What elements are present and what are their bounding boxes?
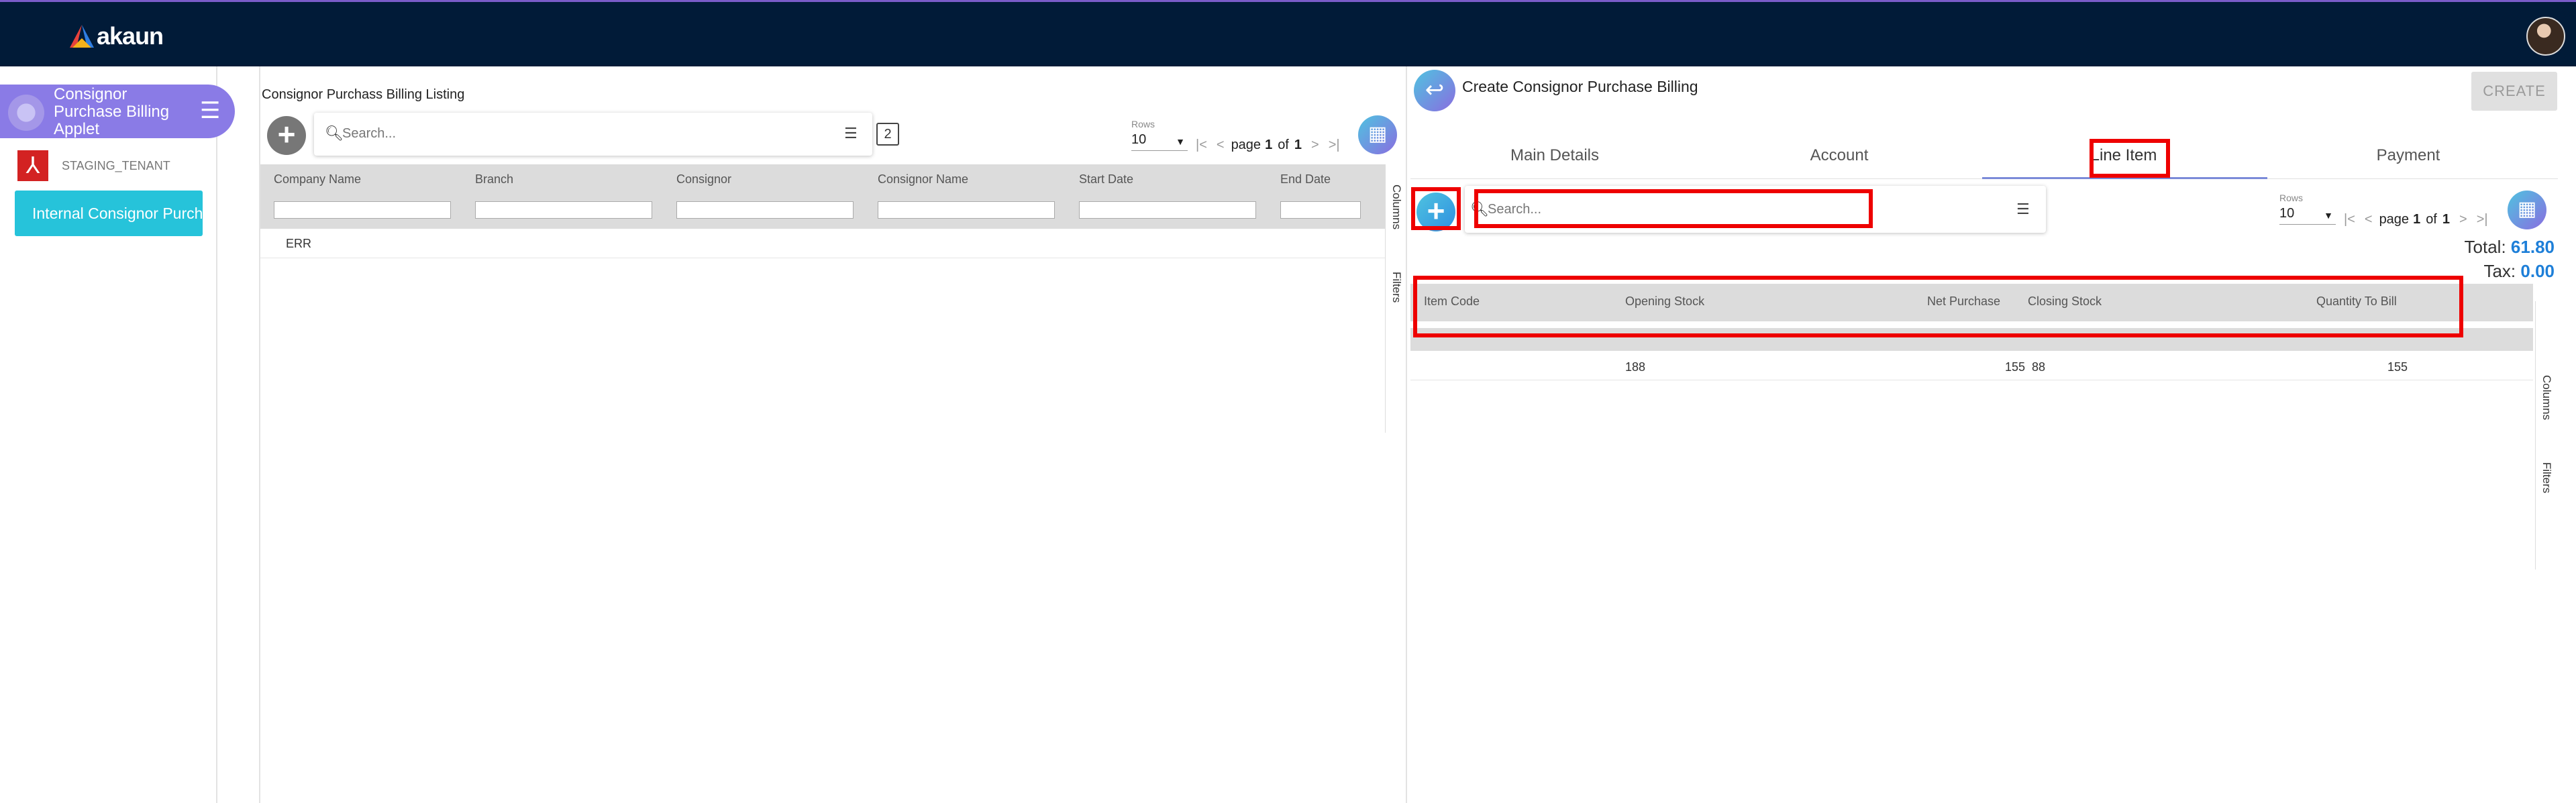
highlight-table-header: [1413, 276, 2463, 337]
highlight-add-button: [1411, 187, 1461, 230]
line-item-pager: |< < page 1 of 1 > >|: [2344, 212, 2488, 227]
next-page-icon[interactable]: >: [2459, 212, 2467, 227]
listing-pager: |< < page 1 of 1 > >|: [1196, 138, 1340, 153]
listing-search[interactable]: 🔍︎ Search... ☰: [314, 113, 872, 156]
sidebar: Consignor Purchase Billing Applet ☰ ⅄ ST…: [0, 66, 235, 803]
prev-page-icon[interactable]: <: [2365, 212, 2373, 227]
cell-closing-stock: 88: [2032, 360, 2046, 374]
rows-label: Rows: [1131, 119, 1155, 129]
tax-label: Tax:: [2483, 261, 2516, 281]
filter-consignor-name[interactable]: [878, 201, 1055, 219]
rows-value: 10: [1131, 132, 1147, 147]
filter-consignor[interactable]: [676, 201, 854, 219]
prev-page-icon[interactable]: <: [1217, 138, 1225, 153]
consignor-purchase-billing-listing: Consignor Purchass Billing Listing + 🔍︎ …: [259, 66, 1408, 803]
search-icon: 🔍︎: [325, 125, 344, 142]
back-arrow-icon[interactable]: ↩: [1414, 70, 1455, 111]
tenant-selector[interactable]: ⅄ STAGING_TENANT: [17, 150, 170, 181]
total-summary: Total: 61.80: [2465, 237, 2555, 258]
akaun-logo-icon: [70, 25, 94, 48]
tab-account[interactable]: Account: [1698, 146, 1980, 165]
last-page-icon[interactable]: >|: [1329, 138, 1340, 153]
filter-start-date[interactable]: [1079, 201, 1256, 219]
next-page-icon[interactable]: >: [1311, 138, 1319, 153]
first-page-icon[interactable]: |<: [2344, 212, 2355, 227]
menu-toggle-icon[interactable]: ☰: [200, 99, 220, 122]
listing-side-tabs: Columns Filters: [1385, 164, 1408, 433]
create-consignor-purchase-billing-panel: ↩ Create Consignor Purchase Billing CREA…: [1406, 66, 2576, 803]
rows-label: Rows: [2279, 193, 2304, 203]
filter-end-date[interactable]: [1280, 201, 1361, 219]
applet-header: Consignor Purchase Billing Applet ☰: [0, 85, 235, 138]
filters-tab[interactable]: Filters: [2540, 462, 2553, 493]
page-word: page: [1231, 138, 1261, 152]
of-word: of: [2426, 212, 2437, 227]
col-end-date[interactable]: End Date: [1280, 172, 1331, 186]
cell-opening-stock: 188: [1625, 360, 1646, 374]
col-consignor[interactable]: Consignor: [676, 172, 731, 186]
table-row[interactable]: 188 155 88 155: [1410, 351, 2533, 380]
line-item-side-tabs: Columns Filters: [2535, 301, 2558, 570]
tab-payment[interactable]: Payment: [2267, 146, 2549, 165]
columns-tab[interactable]: Columns: [2540, 375, 2553, 420]
page-current: 1: [1265, 138, 1273, 152]
caret-down-icon: ▼: [1176, 136, 1185, 147]
table-row[interactable]: ERR: [260, 229, 1385, 258]
col-start-date[interactable]: Start Date: [1079, 172, 1133, 186]
tenant-name: STAGING_TENANT: [62, 158, 170, 172]
page-current: 1: [2413, 212, 2421, 227]
applet-image: [4, 93, 48, 133]
filters-tab-label: Filters: [2540, 462, 2553, 494]
filters-tab-label: Filters: [1390, 272, 1403, 303]
listing-table-header: Company Name Branch Consignor Consignor …: [260, 164, 1385, 229]
page-total: 1: [2442, 212, 2450, 227]
app-logo[interactable]: akaun: [70, 22, 164, 50]
col-branch[interactable]: Branch: [475, 172, 513, 186]
of-word: of: [1278, 138, 1289, 152]
grid-view-icon[interactable]: ▦: [2508, 191, 2546, 229]
first-page-icon[interactable]: |<: [1196, 138, 1207, 153]
total-label: Total:: [2464, 237, 2506, 257]
last-page-icon[interactable]: >|: [2477, 212, 2488, 227]
user-avatar[interactable]: [2526, 17, 2565, 56]
panel-title: Create Consignor Purchase Billing: [1462, 78, 1698, 95]
page-total: 1: [1294, 138, 1302, 152]
copy-icon[interactable]: 2: [876, 123, 899, 146]
columns-tab-label: Columns: [2540, 375, 2553, 421]
applet-title: Consignor Purchase Billing Applet: [54, 85, 170, 138]
search-input[interactable]: Search...: [342, 126, 396, 142]
total-value: 61.80: [2510, 237, 2555, 257]
rows-select[interactable]: 10 ▼: [2279, 206, 2336, 225]
tax-summary: Tax: 0.00: [2483, 261, 2555, 282]
listing-title: Consignor Purchass Billing Listing: [262, 87, 465, 102]
filter-icon[interactable]: ☰: [2016, 201, 2030, 218]
tenant-logo-icon: ⅄: [17, 150, 48, 181]
top-bar: akaun: [0, 0, 2576, 66]
filter-icon[interactable]: ☰: [844, 125, 858, 142]
rows-value: 10: [2279, 206, 2295, 221]
filter-company-name[interactable]: [274, 201, 451, 219]
tab-main-details[interactable]: Main Details: [1414, 146, 1696, 165]
filter-branch[interactable]: [475, 201, 652, 219]
logo-text: akaun: [97, 22, 164, 50]
highlight-search: [1474, 189, 1873, 228]
cell-quantity-to-bill: 155: [2387, 360, 2408, 374]
columns-tab-label: Columns: [1390, 184, 1403, 230]
col-consignor-name[interactable]: Consignor Name: [878, 172, 968, 186]
caret-down-icon: ▼: [2324, 210, 2333, 221]
page-word: page: [2379, 212, 2410, 227]
highlight-line-item-tab: [2090, 139, 2170, 178]
filters-tab[interactable]: Filters: [1390, 272, 1403, 303]
columns-tab[interactable]: Columns: [1390, 184, 1403, 229]
cell-company-name: ERR: [286, 237, 312, 250]
create-button[interactable]: CREATE: [2471, 72, 2557, 111]
cell-net-purchase: 155: [2005, 360, 2026, 374]
col-company-name[interactable]: Company Name: [274, 172, 361, 186]
add-button[interactable]: +: [267, 116, 306, 155]
nav-internal-consignor-purchase-billing[interactable]: Internal Consignor Purchase Billing: [15, 191, 203, 236]
rows-select[interactable]: 10 ▼: [1131, 132, 1188, 151]
tax-value: 0.00: [2520, 261, 2555, 281]
grid-view-icon[interactable]: ▦: [1358, 115, 1397, 154]
